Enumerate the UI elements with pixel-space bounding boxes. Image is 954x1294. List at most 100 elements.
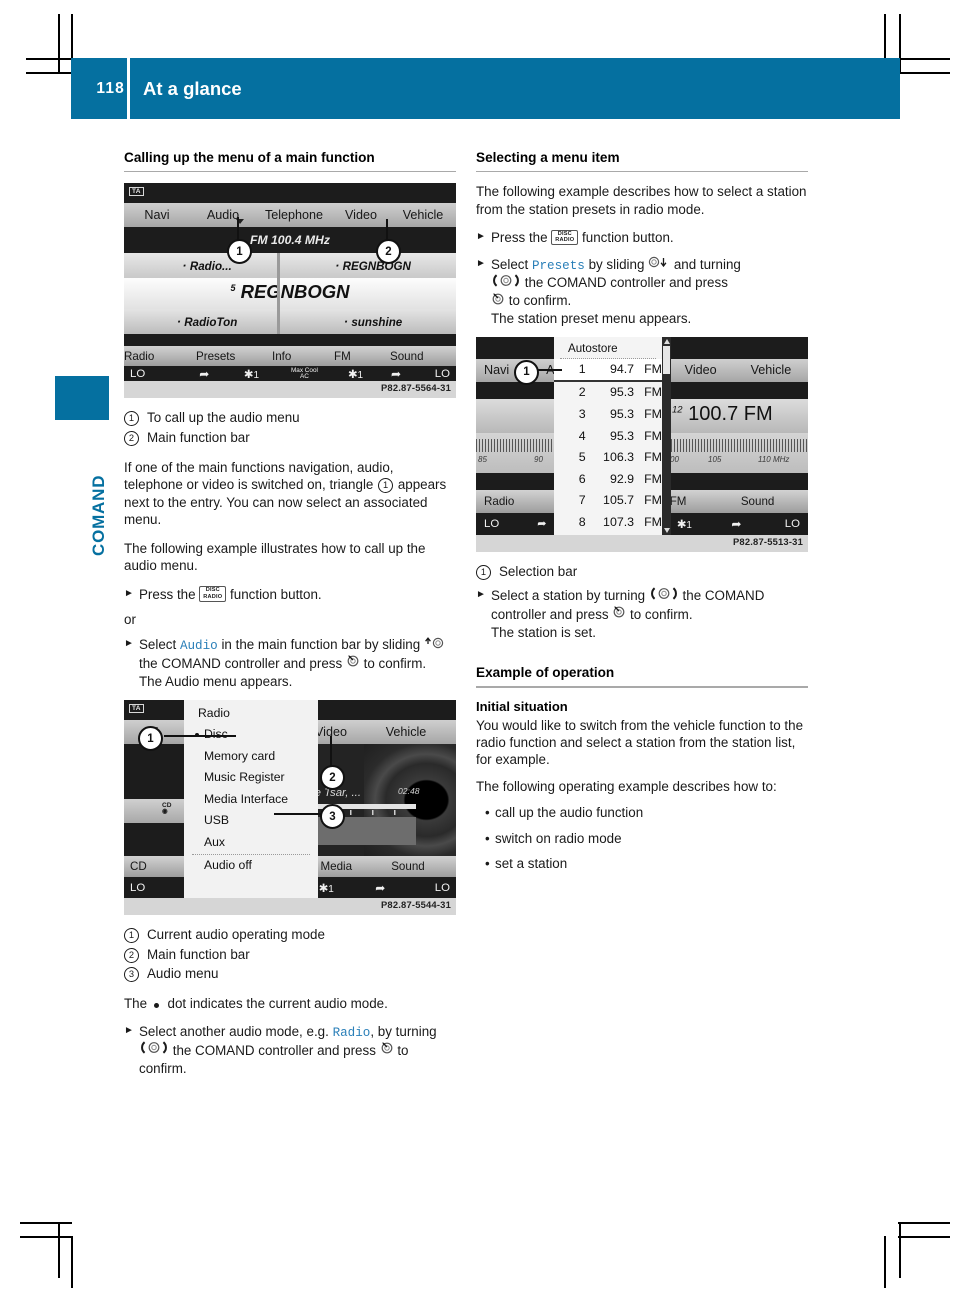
softkey-radio-3[interactable]: Radio (476, 495, 553, 508)
step-text-c: the COMAND controller and press (169, 1042, 380, 1058)
step-result: The station is set. (491, 624, 596, 640)
cropmark-br-h (898, 1236, 950, 1238)
header-divider (127, 58, 130, 119)
step-text-c: the COMAND controller and press (139, 655, 346, 671)
soft-key-bar-1[interactable]: Radio Presets Info FM Sound (124, 346, 456, 367)
audio-menu-item-music-register[interactable]: Music Register (184, 767, 318, 789)
menu-item-vehicle-3[interactable]: Vehicle (734, 363, 808, 377)
scale-label-85: 85 (478, 454, 487, 464)
preset-band: FM (644, 493, 662, 508)
step-arrow-icon: ► (124, 587, 134, 599)
station-top-right[interactable]: · REGNBOGN (290, 258, 456, 273)
right-section-rule (476, 170, 808, 173)
main-function-bar-1[interactable]: Navi Audio Telephone Video Vehicle (124, 203, 456, 228)
right-intro-paragraph: The following example describes how to s… (476, 184, 807, 217)
comand-screen-1: TA Navi Audio Telephone Video Vehicle FM… (124, 183, 456, 382)
legend-text: Main function bar (147, 430, 250, 446)
left-strip-row-b (124, 799, 184, 824)
step-select-station: ► Select a station by turning the COMAND… (476, 587, 808, 641)
softkey-radio[interactable]: Radio (124, 350, 196, 363)
preset-row-7[interactable]: 7 105.7 FM (554, 490, 662, 512)
step-text-a: Select another audio mode, e.g. (139, 1024, 333, 1040)
legend-row: 2 Main function bar (124, 945, 456, 965)
preset-row-3[interactable]: 3 95.3 FM (554, 404, 662, 426)
preset-list-scrollbar[interactable] (662, 336, 671, 535)
bullet-dot-icon (153, 1002, 159, 1008)
menu-item-video[interactable]: Video (332, 208, 390, 222)
station-preset-list[interactable]: Autostore 1 94.7 FM 2 95.3 FM 3 95.3 FM 4 95.3 F… (554, 336, 662, 535)
softkey-presets[interactable]: Presets (196, 350, 272, 363)
keyword-radio: Radio (332, 1026, 371, 1041)
menu-item-vehicle[interactable]: Vehicle (390, 208, 456, 222)
station-center[interactable]: 5 REGNBOGN (124, 281, 456, 303)
softkey-cd[interactable]: CD (124, 860, 189, 873)
audio-menu-item-radio[interactable]: Radio (184, 700, 318, 724)
step-text-d: to confirm. (359, 655, 427, 671)
station-top-left[interactable]: · Radio... (124, 258, 290, 273)
preset-row-8[interactable]: 8 107.3 FM (554, 512, 662, 534)
comand-screen-3: Navi A Video Vehicle 12 100.7 FM 85 90 0… (476, 336, 808, 535)
fan-left-level: 1 (253, 369, 259, 381)
climate-temp-left: LO (130, 367, 146, 380)
audio-menu-item-aux[interactable]: Aux (184, 832, 318, 854)
scrollbar-thumb[interactable] (663, 345, 670, 374)
menu-item-video-3[interactable]: Video (667, 363, 733, 377)
menu-item-telephone[interactable]: Telephone (256, 208, 332, 222)
controller-turn-icon (649, 587, 679, 604)
station-bottom-left[interactable]: · RadioTon (124, 314, 290, 329)
controller-press-icon (491, 292, 505, 309)
legend-number: 2 (124, 431, 139, 447)
softkey-info[interactable]: Info (272, 350, 334, 363)
softkey-sound-2[interactable]: Sound (391, 860, 456, 873)
step-text: Select Audio in the main function bar by… (139, 636, 456, 690)
step-arrow-icon: ► (124, 1025, 134, 1037)
preset-number: 4 (578, 428, 586, 443)
scale-label-105: 105 (708, 454, 722, 464)
climate-status-bar-1: LO ➦ ✱1 Max Cool AC ✱1 ➦ LO (124, 366, 456, 382)
step-text-c: and turning (670, 256, 741, 272)
cropmark-bl-h (20, 1222, 72, 1224)
callout-1-fig3: 1 (514, 359, 539, 385)
legend-text: Audio menu (147, 966, 219, 982)
inline-callout-1: 1 (378, 478, 394, 494)
preset-frequency: 105.7 (603, 493, 635, 508)
climate-temp-right-3: LO (784, 517, 800, 530)
preset-row-6[interactable]: 6 92.9 FM (554, 469, 662, 491)
legend-figure-3: 1 Selection bar (476, 562, 808, 582)
softkey-sound-3[interactable]: Sound (741, 495, 808, 508)
left-section-rule (124, 170, 456, 173)
softkey-fm-3[interactable]: FM (670, 495, 741, 508)
preset-row-1[interactable]: 1 94.7 FM (554, 358, 662, 383)
controller-turn-icon (139, 1041, 169, 1058)
seat-heat-right-icon: ➦ (390, 366, 402, 381)
legend-number: 2 (124, 947, 139, 963)
softkey-sound[interactable]: Sound (390, 350, 456, 363)
menu-item-navi[interactable]: Navi (124, 208, 190, 222)
step-result: The station preset menu appears. (491, 311, 692, 327)
step-text-b: by sliding (584, 256, 649, 272)
audio-menu-item-memory-card[interactable]: Memory card (184, 746, 318, 768)
list-item: switch on radio mode (485, 830, 808, 848)
menu-item-audio[interactable]: Audio (190, 208, 256, 225)
station-bottom-right[interactable]: · sunshine (290, 314, 456, 329)
preset-frequency: 106.3 (603, 450, 635, 465)
menu-item-vehicle-2[interactable]: Vehicle (366, 725, 446, 739)
step-arrow-icon: ► (476, 589, 486, 601)
preset-band: FM (644, 428, 662, 443)
preset-row-2[interactable]: 2 95.3 FM (554, 382, 662, 404)
figure-audio-menu: TA I ne Video Vehicle or The Tsar, ... 0… (124, 700, 456, 916)
scroll-down-arrow-icon[interactable] (663, 527, 670, 533)
preset-row-4[interactable]: 4 95.3 FM (554, 426, 662, 448)
scale-label-110: 110 MHz (758, 454, 790, 464)
scale-label-90: 90 (534, 454, 543, 464)
softkey-media[interactable]: Media (321, 860, 392, 873)
scroll-up-arrow-icon[interactable] (663, 338, 670, 344)
preset-row-5[interactable]: 5 106.3 FM (554, 447, 662, 469)
audio-menu-item-audio-off[interactable]: Audio off (184, 855, 318, 877)
figure-2-caption: P82.87-5544-31 (124, 898, 456, 916)
softkey-fm[interactable]: FM (334, 350, 390, 363)
example-section-title: Example of operation (476, 665, 615, 681)
step-text: Press the DISC RADIO function button. (491, 229, 808, 246)
audio-menu-item-media-interface[interactable]: Media Interface (184, 789, 318, 811)
audio-menu-dropdown[interactable]: Radio Disc Memory card Music Register Me… (184, 700, 318, 899)
